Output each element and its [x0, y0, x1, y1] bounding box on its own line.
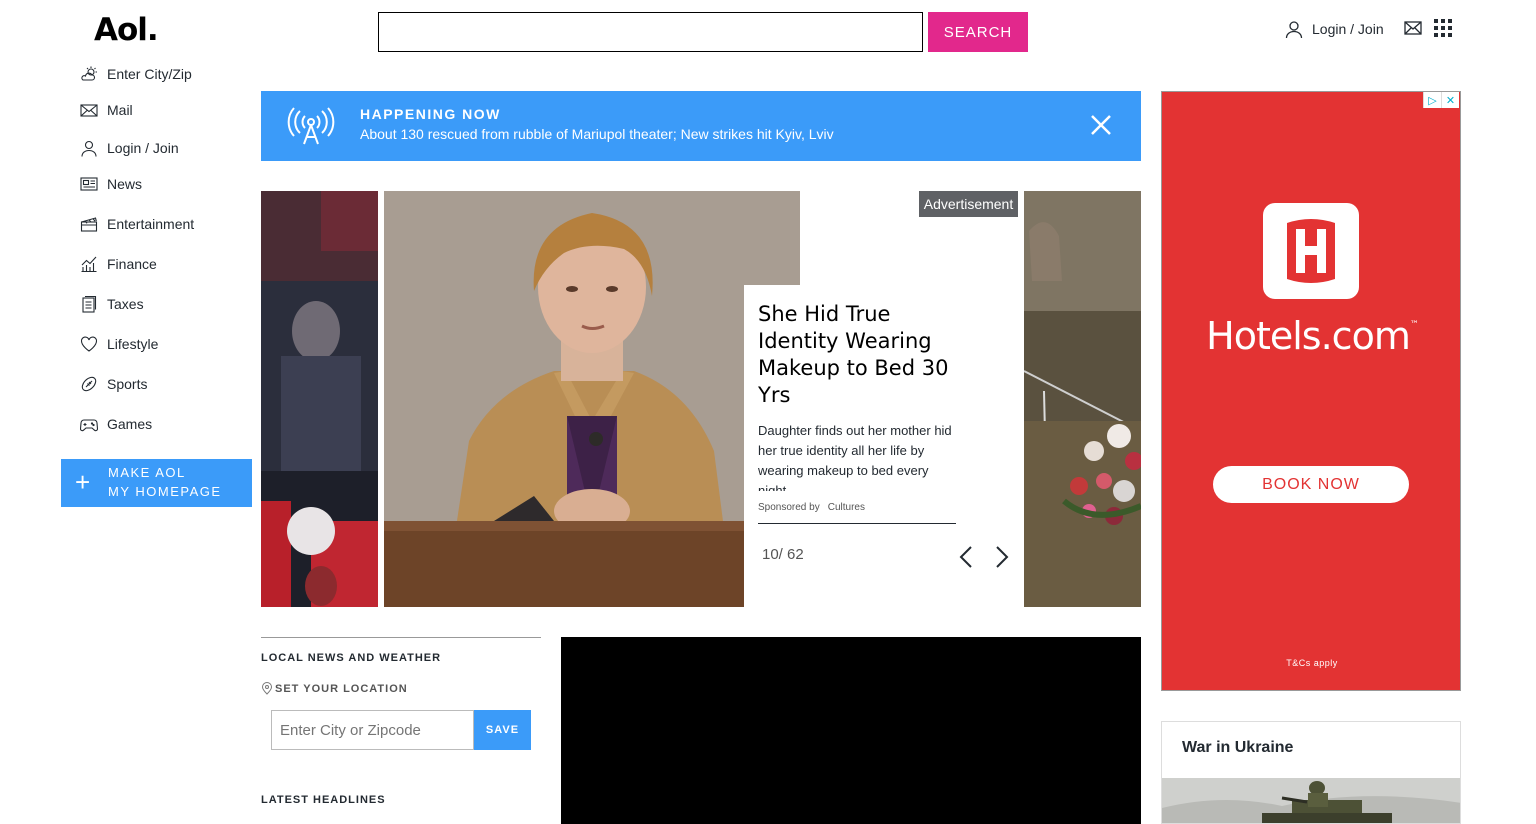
war-in-ukraine-title[interactable]: War in Ukraine — [1182, 739, 1293, 757]
sidebar-item-label: News — [107, 176, 143, 192]
document-icon — [82, 295, 97, 313]
sidebar-item-games[interactable]: Games — [80, 412, 152, 436]
plus-icon: + — [75, 467, 91, 497]
hotels-logo-icon — [1263, 203, 1359, 299]
football-icon — [81, 376, 97, 392]
sidebar-item-finance[interactable]: Finance — [80, 252, 157, 276]
ad-info-icon[interactable]: ▷ — [1423, 92, 1441, 108]
sidebar-item-label: Finance — [107, 256, 157, 272]
war-in-ukraine-image[interactable] — [1162, 778, 1460, 823]
user-icon — [1285, 21, 1303, 39]
sponsor-line: Sponsored by Cultures — [758, 502, 865, 513]
trademark: ™ — [1409, 320, 1419, 330]
header-login-link[interactable]: Login / Join — [1284, 18, 1384, 40]
make-homepage-line1: MAKE AOL — [108, 465, 186, 480]
sidebar-item-label: Taxes — [107, 296, 144, 312]
happening-now-banner: HAPPENING NOW About 130 rescued from rub… — [261, 91, 1141, 161]
search-button[interactable]: SEARCH — [928, 12, 1028, 52]
divider — [261, 637, 541, 638]
sidebar-item-label: Sports — [107, 376, 148, 392]
make-homepage-line2: MY HOMEPAGE — [108, 484, 222, 499]
divider — [758, 523, 956, 524]
close-icon[interactable] — [1089, 113, 1113, 137]
slide-counter: 10/ 62 — [762, 546, 804, 563]
sidebar-item-entertainment[interactable]: Entertainment — [80, 212, 194, 236]
happening-now-title: HAPPENING NOW — [360, 106, 501, 122]
sidebar-item-taxes[interactable]: Taxes — [80, 292, 144, 316]
video-player[interactable] — [561, 637, 1141, 824]
chevron-left-icon[interactable] — [955, 545, 977, 569]
set-location-label: SET YOUR LOCATION — [275, 682, 408, 695]
aol-logo[interactable]: Aol. — [94, 12, 159, 48]
user-icon — [81, 140, 97, 157]
sidebar-item-label: Login / Join — [107, 140, 179, 156]
sidebar-item-label: Lifestyle — [107, 336, 159, 352]
sidebar-item-label: Games — [107, 416, 153, 432]
chevron-right-icon[interactable] — [991, 545, 1013, 569]
book-now-button[interactable]: BOOK NOW — [1213, 466, 1409, 503]
sponsor-name[interactable]: Cultures — [828, 502, 865, 513]
carousel-description: Daughter finds out her mother hid her tr… — [758, 423, 952, 491]
ad-terms[interactable]: T&Cs apply — [1162, 658, 1462, 668]
save-location-button[interactable]: SAVE — [474, 710, 531, 750]
weather-icon — [81, 66, 97, 81]
chart-icon — [81, 256, 97, 273]
header-login-label: Login / Join — [1312, 21, 1384, 37]
ad-brand-name: Hotels.com™ — [1162, 314, 1462, 358]
make-homepage-button[interactable]: + MAKE AOL MY HOMEPAGE — [61, 459, 252, 507]
sidebar-item-news[interactable]: News — [80, 172, 142, 196]
carousel-title[interactable]: She Hid True Identity Wearing Makeup to … — [758, 301, 958, 409]
happening-now-headline[interactable]: About 130 rescued from rubble of Mariupo… — [360, 126, 834, 142]
sidebar-item-login[interactable]: Login / Join — [80, 136, 179, 160]
broadcast-icon — [287, 107, 335, 145]
sidebar-item-label: Enter City/Zip — [107, 66, 192, 82]
sidebar-item-sports[interactable]: Sports — [80, 372, 147, 396]
search-input[interactable] — [378, 12, 923, 52]
sidebar-item-label: Mail — [107, 102, 133, 118]
local-news-title: LOCAL NEWS AND WEATHER — [261, 652, 442, 664]
gamepad-icon — [80, 419, 98, 432]
sidebar-item-mail[interactable]: Mail — [80, 98, 133, 122]
carousel-prev-slide-image[interactable] — [261, 191, 378, 607]
sidebar-item-weather[interactable]: Enter City/Zip — [80, 62, 192, 86]
ad-close-icon[interactable]: ✕ — [1441, 92, 1459, 108]
sidebar-item-lifestyle[interactable]: Lifestyle — [80, 332, 158, 356]
carousel-main-image[interactable] — [384, 191, 800, 607]
location-pin-icon — [261, 682, 273, 695]
news-icon — [80, 177, 98, 191]
advertisement-label: Advertisement — [919, 191, 1018, 217]
clapper-icon — [80, 217, 98, 232]
hotels-ad[interactable]: ▷ ✕ Hotels.com™ BOOK NOW T&Cs apply — [1161, 91, 1461, 691]
sponsored-by-label: Sponsored by — [758, 502, 820, 513]
carousel-next-slide-image[interactable] — [1024, 191, 1141, 607]
set-location-link[interactable]: SET YOUR LOCATION — [261, 682, 408, 695]
mail-icon[interactable] — [1404, 20, 1422, 36]
sidebar-item-label: Entertainment — [107, 216, 195, 232]
mail-icon — [80, 104, 98, 117]
apps-grid-icon[interactable] — [1434, 19, 1452, 37]
war-in-ukraine-module: War in Ukraine — [1161, 721, 1461, 824]
heart-icon — [80, 336, 98, 352]
adchoices-icon[interactable]: ▷ ✕ — [1423, 92, 1459, 108]
latest-headlines-title: LATEST HEADLINES — [261, 794, 386, 806]
zipcode-input[interactable] — [271, 710, 474, 750]
ad-brand-text: Hotels.com — [1206, 314, 1411, 358]
